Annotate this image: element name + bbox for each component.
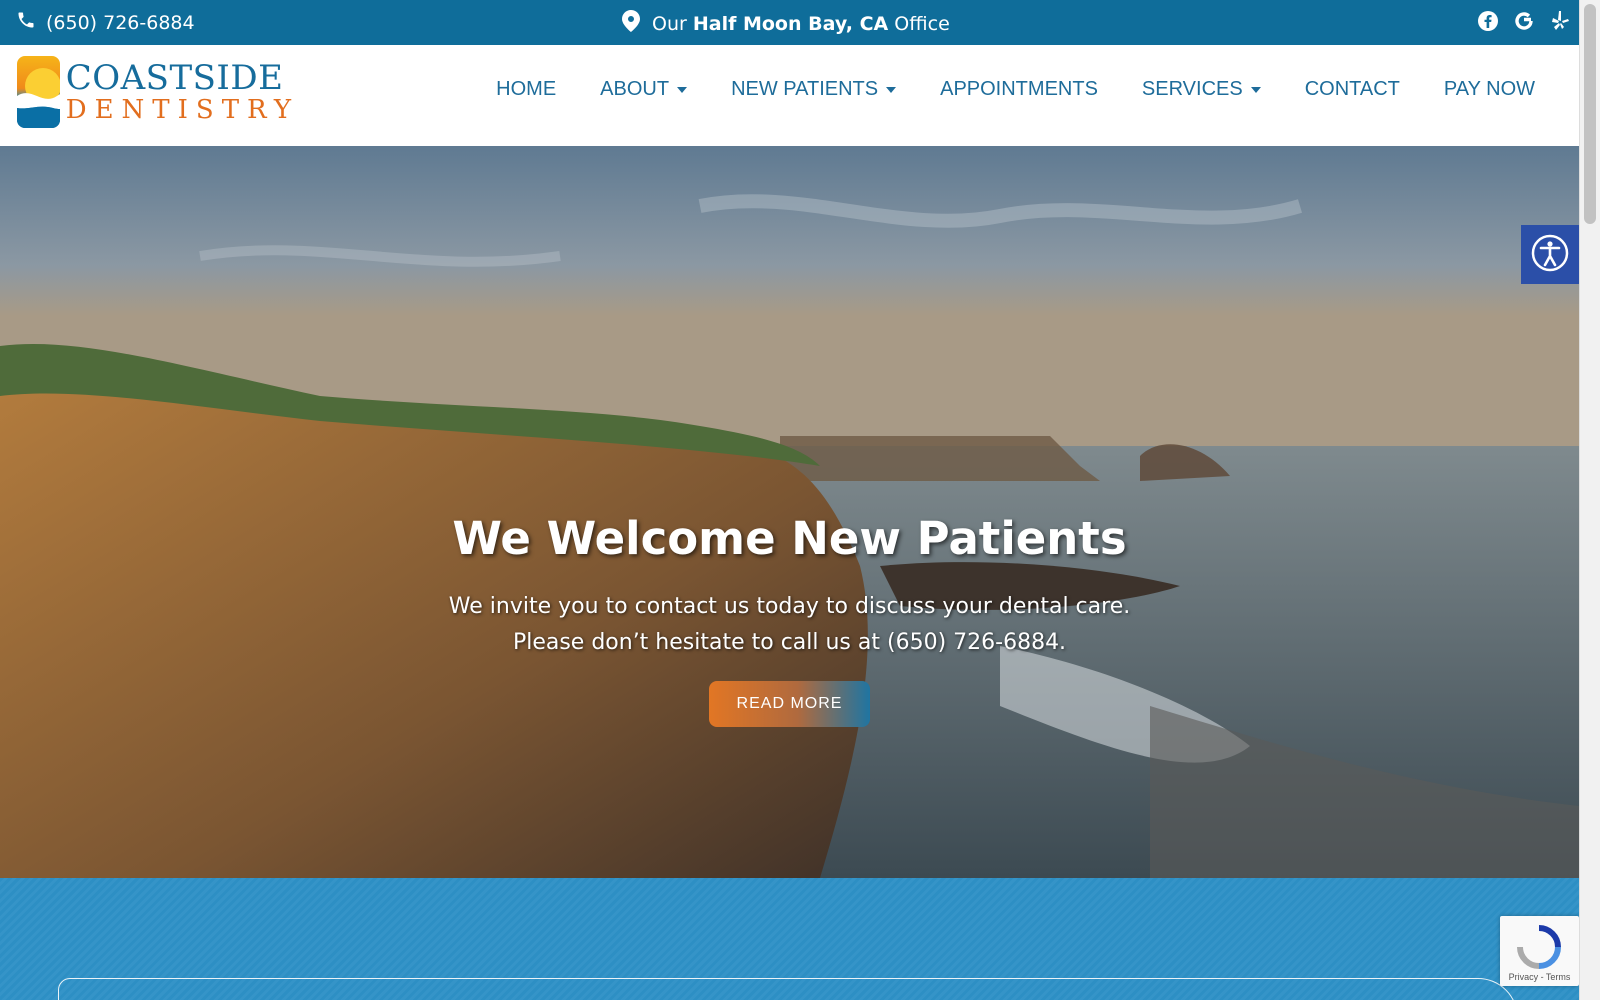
nav-new-patients[interactable]: NEW PATIENTS (731, 78, 897, 101)
nav-pay-now-label: PAY NOW (1443, 78, 1535, 100)
read-more-button[interactable]: READ MORE (708, 681, 871, 727)
nav-appointments[interactable]: APPOINTMENTS (940, 78, 1098, 101)
page-scrollbar[interactable] (1579, 0, 1600, 1000)
yelp-icon[interactable] (1549, 10, 1571, 32)
facebook-icon[interactable] (1477, 10, 1499, 32)
accessibility-icon (1531, 234, 1569, 276)
nav-about[interactable]: ABOUT (600, 78, 688, 101)
nav-about-label: ABOUT (600, 78, 670, 100)
hero-line2: Please don’t hesitate to call us at (650… (512, 630, 1067, 655)
scrollbar-thumb[interactable] (1584, 4, 1596, 224)
main-nav: HOME ABOUT NEW PATIENTS APPOINTMENTS SER… (496, 78, 1535, 101)
hero-content: We Welcome New Patients We invite you to… (0, 512, 1579, 727)
office-suffix: Office (894, 12, 950, 35)
office-city: Half Moon Bay, CA (692, 12, 889, 35)
nav-home[interactable]: HOME (496, 78, 556, 101)
caret-down-icon (886, 86, 897, 93)
nav-services-label: SERVICES (1141, 78, 1243, 100)
top-bar: (650) 726-6884 Our Half Moon Bay, CA Off… (0, 0, 1579, 45)
nav-appointments-label: APPOINTMENTS (940, 78, 1098, 100)
office-prefix: Our (652, 12, 687, 35)
social-links (1477, 10, 1571, 32)
site-logo[interactable]: COASTSIDE DENTISTRY (17, 56, 299, 128)
nav-pay-now[interactable]: PAY NOW (1444, 78, 1535, 101)
nav-contact[interactable]: CONTACT (1305, 78, 1400, 101)
caret-down-icon (1250, 86, 1261, 93)
logo-wave-icon (17, 56, 60, 128)
map-pin-icon (622, 10, 640, 37)
phone-number: (650) 726-6884 (46, 11, 195, 34)
phone-icon (16, 10, 36, 35)
caret-down-icon (677, 86, 688, 93)
logo-line2: DENTISTRY (65, 95, 299, 125)
accessibility-toggle[interactable] (1521, 225, 1579, 284)
recaptcha-badge[interactable]: Privacy - Terms (1500, 916, 1579, 986)
phone-link[interactable]: (650) 726-6884 (16, 10, 195, 35)
nav-home-label: HOME (496, 78, 557, 100)
nav-services[interactable]: SERVICES (1142, 78, 1261, 101)
nav-new-patients-label: NEW PATIENTS (731, 78, 879, 100)
site-header: COASTSIDE DENTISTRY HOME ABOUT NEW PATIE… (0, 45, 1579, 146)
office-location: Our Half Moon Bay, CA Office (622, 10, 950, 37)
hero-line1: We invite you to contact us today to dis… (448, 594, 1131, 619)
google-icon[interactable] (1513, 10, 1535, 32)
content-card (58, 978, 1518, 1000)
hero-title: We Welcome New Patients (452, 512, 1127, 565)
content-band (0, 878, 1579, 1000)
nav-contact-label: CONTACT (1304, 78, 1400, 100)
recaptcha-links[interactable]: Privacy - Terms (1500, 972, 1579, 982)
logo-line1: COASTSIDE (65, 58, 284, 98)
hero-banner: We Welcome New Patients We invite you to… (0, 146, 1579, 878)
